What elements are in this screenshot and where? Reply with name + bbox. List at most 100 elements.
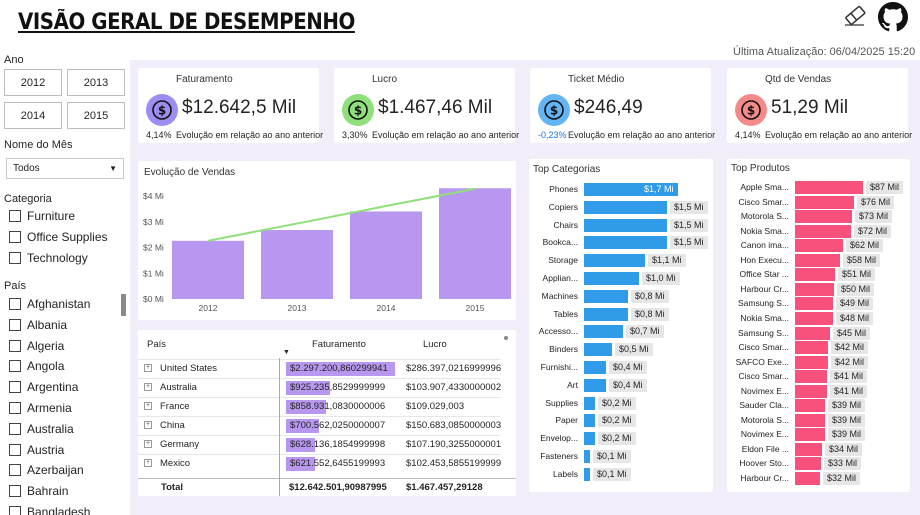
country-option[interactable]: Azerbaijan: [9, 463, 84, 477]
category-bar[interactable]: [584, 289, 628, 303]
checkbox[interactable]: [9, 318, 21, 331]
category-bar[interactable]: [584, 343, 612, 357]
category-bar[interactable]: [584, 218, 667, 232]
month-dropdown-value: Todos: [13, 163, 40, 174]
expand-icon[interactable]: +: [144, 383, 152, 391]
category-bar[interactable]: [584, 414, 595, 428]
category-bar[interactable]: [795, 472, 820, 485]
category-bar[interactable]: [795, 326, 830, 340]
sales-bar[interactable]: [350, 211, 422, 299]
col-header-faturamento[interactable]: Faturamento: [312, 339, 366, 350]
bar-category-label: Canon ima...: [740, 240, 789, 251]
category-bar[interactable]: [795, 195, 854, 209]
category-bar[interactable]: [584, 325, 623, 339]
sales-bar[interactable]: [172, 240, 244, 299]
country-option[interactable]: Argentina: [9, 380, 78, 394]
country-option[interactable]: Bahrain: [9, 484, 68, 498]
category-bar[interactable]: [584, 396, 595, 410]
category-bar[interactable]: [795, 311, 833, 325]
checkbox[interactable]: [9, 210, 21, 222]
checkbox[interactable]: [9, 381, 21, 394]
checkbox[interactable]: [9, 506, 21, 515]
category-bar[interactable]: [795, 355, 828, 369]
checkbox[interactable]: [9, 422, 21, 435]
checkbox[interactable]: [9, 360, 21, 373]
checkbox[interactable]: [9, 485, 21, 498]
country-option[interactable]: Algeria: [9, 339, 64, 353]
checkbox[interactable]: [9, 402, 21, 414]
category-bar[interactable]: [795, 442, 822, 456]
category-bar[interactable]: [795, 413, 825, 427]
category-option[interactable]: Furniture: [9, 209, 75, 223]
category-option[interactable]: Technology: [9, 251, 88, 265]
country-option[interactable]: Afghanistan: [9, 297, 90, 311]
category-bar[interactable]: [584, 307, 628, 321]
country-option[interactable]: Angola: [9, 359, 64, 373]
category-bar[interactable]: [795, 370, 827, 384]
bar-category-label: Cisco Smar...: [738, 196, 789, 207]
category-bar[interactable]: [795, 268, 835, 282]
table-row[interactable]: + Australia $925.235,8529999999 $103.907,43…: [138, 378, 501, 397]
category-bar[interactable]: [795, 239, 843, 253]
country-option[interactable]: Bangladesh: [9, 505, 90, 515]
checkbox[interactable]: [9, 443, 21, 456]
category-bar[interactable]: [795, 253, 840, 267]
category-bar[interactable]: [584, 200, 667, 214]
sort-desc-icon[interactable]: ▼: [283, 349, 290, 356]
country-scrollbar[interactable]: [121, 294, 126, 316]
table-row[interactable]: + Germany $628.136,1854999998 $107.190,3255…: [138, 435, 501, 454]
table-row[interactable]: + Mexico $621.552,6455199993 $102.453,58551…: [138, 454, 501, 473]
category-bar[interactable]: [584, 432, 595, 446]
country-option[interactable]: Armenia: [9, 401, 72, 415]
expand-icon[interactable]: +: [144, 459, 152, 467]
category-bar[interactable]: [795, 457, 821, 471]
category-bar[interactable]: [584, 450, 590, 463]
year-button-2015[interactable]: 2015: [67, 102, 125, 129]
checkbox[interactable]: [9, 339, 21, 352]
category-option[interactable]: Office Supplies: [9, 230, 108, 244]
col-header-country[interactable]: País: [147, 339, 166, 350]
category-bar[interactable]: [795, 341, 828, 355]
country-option[interactable]: Australia: [9, 422, 74, 436]
country-option[interactable]: Austria: [9, 443, 64, 457]
bar-category-label: Office Star ...: [739, 269, 789, 280]
month-dropdown[interactable]: Todos ▼: [6, 158, 124, 179]
checkbox[interactable]: [9, 298, 21, 310]
category-bar[interactable]: [795, 384, 827, 398]
expand-icon[interactable]: +: [144, 421, 152, 429]
table-row[interactable]: + France $858.931,0830000006 $109.029,003: [138, 397, 500, 416]
table-scroll-indicator[interactable]: [504, 336, 508, 340]
category-bar[interactable]: [795, 210, 852, 224]
table-row[interactable]: + China $700.562,0250000007 $150.683,085000…: [138, 416, 501, 435]
category-bar[interactable]: [795, 428, 825, 442]
category-bar[interactable]: [584, 254, 645, 268]
table-total-row: Total $12.642.501,90987995 $1.467.457,29…: [138, 478, 516, 496]
country-option[interactable]: Albania: [9, 318, 67, 332]
year-button-2014[interactable]: 2014: [4, 102, 62, 129]
category-bar[interactable]: [584, 361, 606, 374]
checkbox[interactable]: [9, 464, 21, 477]
category-bar[interactable]: [584, 272, 639, 285]
expand-icon[interactable]: +: [144, 402, 152, 410]
col-header-lucro[interactable]: Lucro: [423, 339, 447, 350]
category-bar[interactable]: [795, 224, 851, 238]
category-bar[interactable]: [584, 236, 667, 250]
category-bar[interactable]: [795, 181, 863, 194]
expand-icon[interactable]: +: [144, 440, 152, 448]
category-bar[interactable]: [584, 378, 606, 392]
checkbox[interactable]: [9, 252, 21, 264]
category-bar[interactable]: [795, 399, 825, 413]
year-button-2012[interactable]: 2012: [4, 69, 62, 96]
year-button-2013[interactable]: 2013: [67, 69, 125, 96]
table-row[interactable]: + United States $2.297.200,860299941 $286.3…: [138, 359, 501, 378]
expand-icon[interactable]: +: [144, 364, 152, 372]
sales-bar[interactable]: [439, 188, 511, 299]
bar-value-label: $1,0 Mi: [642, 272, 680, 285]
category-bar[interactable]: [795, 282, 834, 296]
github-icon[interactable]: [878, 2, 908, 35]
checkbox[interactable]: [9, 231, 21, 243]
category-bar[interactable]: [795, 297, 833, 311]
sales-bar[interactable]: [261, 229, 333, 299]
eraser-icon[interactable]: [842, 2, 868, 31]
category-bar[interactable]: [584, 467, 590, 481]
